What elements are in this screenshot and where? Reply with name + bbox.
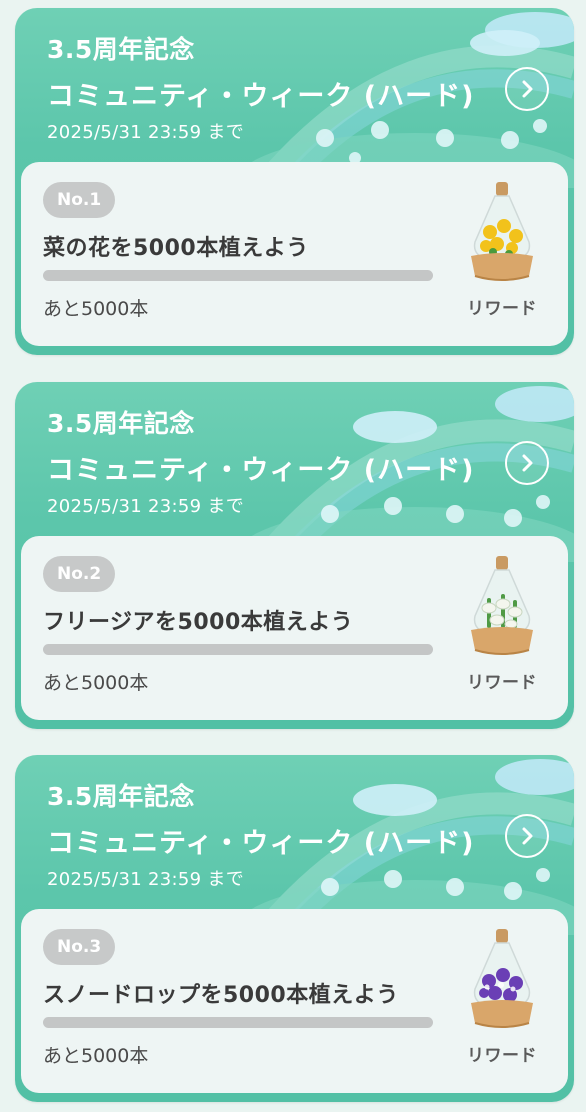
event-title: コミュニティ・ウィーク (ハード) [47, 455, 475, 486]
event-title: コミュニティ・ウィーク (ハード) [47, 828, 475, 859]
open-event-button[interactable] [505, 67, 549, 111]
remaining-count: あと5000本 [43, 298, 149, 320]
mission-number-badge: No.1 [43, 182, 116, 218]
anniversary-label: 3.5周年記念 [47, 409, 195, 438]
mission-number-badge: No.2 [43, 556, 116, 592]
mission-panel: No.3 スノードロップを5000本植えよう あと5000本 リワード [21, 909, 568, 1093]
reward-item[interactable]: リワード [457, 180, 547, 320]
purple-flower-vase-icon [471, 929, 533, 1028]
yellow-flower-vase-icon [471, 182, 533, 281]
mission-panel: No.1 菜の花を5000本植えよう あと5000本 リワード [21, 162, 568, 346]
chevron-right-icon [522, 80, 533, 98]
remaining-count: あと5000本 [43, 1045, 149, 1067]
event-header: 3.5周年記念 コミュニティ・ウィーク (ハード) 2025/5/31 23:5… [15, 382, 574, 542]
reward-label: リワード [467, 299, 537, 319]
event-deadline: 2025/5/31 23:59 まで [47, 496, 245, 517]
anniversary-label: 3.5周年記念 [47, 782, 195, 811]
remaining-count: あと5000本 [43, 672, 149, 694]
event-deadline: 2025/5/31 23:59 まで [47, 122, 245, 143]
reward-item[interactable]: リワード [457, 554, 547, 694]
reward-item[interactable]: リワード [457, 927, 547, 1067]
white-flower-vase-icon [471, 556, 533, 655]
progress-bar [43, 270, 433, 281]
progress-bar [43, 644, 433, 655]
event-title: コミュニティ・ウィーク (ハード) [47, 81, 475, 112]
mission-panel: No.2 フリージアを5000本植えよう あと5000本 リワード [21, 536, 568, 720]
progress-bar [43, 1017, 433, 1028]
event-card-2[interactable]: 3.5周年記念 コミュニティ・ウィーク (ハード) 2025/5/31 23:5… [15, 382, 574, 729]
open-event-button[interactable] [505, 441, 549, 485]
event-header: 3.5周年記念 コミュニティ・ウィーク (ハード) 2025/5/31 23:5… [15, 755, 574, 915]
chevron-right-icon [522, 827, 533, 845]
event-mission-list: 3.5周年記念 コミュニティ・ウィーク (ハード) 2025/5/31 23:5… [0, 0, 586, 1112]
event-deadline: 2025/5/31 23:59 まで [47, 869, 245, 890]
anniversary-label: 3.5周年記念 [47, 35, 195, 64]
event-header: 3.5周年記念 コミュニティ・ウィーク (ハード) 2025/5/31 23:5… [15, 8, 574, 168]
reward-label: リワード [467, 673, 537, 693]
event-card-1[interactable]: 3.5周年記念 コミュニティ・ウィーク (ハード) 2025/5/31 23:5… [15, 8, 574, 355]
event-card-3[interactable]: 3.5周年記念 コミュニティ・ウィーク (ハード) 2025/5/31 23:5… [15, 755, 574, 1102]
open-event-button[interactable] [505, 814, 549, 858]
reward-label: リワード [467, 1046, 537, 1066]
mission-description: スノードロップを5000本植えよう [43, 983, 399, 1008]
mission-description: 菜の花を5000本植えよう [43, 236, 309, 261]
chevron-right-icon [522, 454, 533, 472]
mission-number-badge: No.3 [43, 929, 116, 965]
mission-description: フリージアを5000本植えよう [43, 610, 354, 635]
